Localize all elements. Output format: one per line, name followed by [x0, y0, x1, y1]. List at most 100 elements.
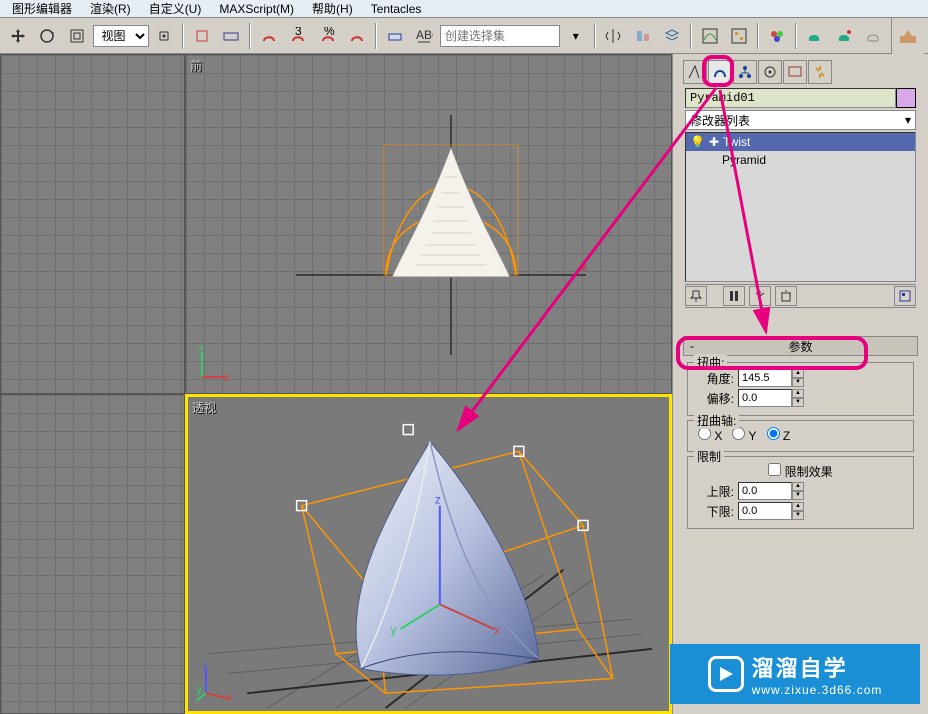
display-tab[interactable] [783, 60, 807, 84]
viewports: 前 x z x [0, 54, 672, 714]
angle-input[interactable] [738, 369, 792, 387]
spinner-snap-icon[interactable] [344, 22, 372, 50]
limit-effect-checkbox[interactable]: 限制效果 [768, 463, 832, 480]
play-icon [708, 656, 744, 692]
twist-group: 扭曲: 角度: ▲▼ 偏移: ▲▼ [687, 362, 914, 416]
abc-icon[interactable]: ABC [411, 22, 439, 50]
limit-group: 限制 限制效果 上限: ▲▼ 下限: ▲▼ [687, 456, 914, 529]
pin-stack-icon[interactable] [685, 286, 707, 306]
axis-y-radio[interactable]: Y [732, 427, 756, 443]
svg-text:x: x [581, 260, 587, 274]
viewport-front[interactable]: 前 x z x [185, 54, 672, 394]
axis-tripod-icon: z x [194, 345, 234, 385]
modifier-stack-toolbar [685, 284, 916, 308]
expand-icon[interactable]: ✚ [709, 135, 719, 149]
axis-x-radio[interactable]: X [698, 427, 722, 443]
svg-text:x: x [494, 623, 500, 637]
named-sel-icon[interactable] [381, 22, 409, 50]
lower-label: 下限: [694, 503, 734, 520]
watermark: 溜溜自学 www.zixue.3d66.com [670, 644, 920, 704]
ref-coord-combo[interactable]: 视图 [93, 25, 149, 47]
render-last-icon[interactable] [830, 22, 858, 50]
object-name-input[interactable] [685, 88, 896, 108]
percent-snap-icon[interactable]: % [314, 22, 342, 50]
viewport-top-left[interactable] [0, 54, 185, 394]
remove-mod-icon[interactable] [775, 286, 797, 306]
menu-tentacles[interactable]: Tentacles [363, 1, 430, 17]
bias-spinner[interactable]: ▲▼ [738, 389, 804, 407]
bulb-icon: 💡 [690, 135, 705, 149]
lower-spinner[interactable]: ▲▼ [738, 502, 804, 520]
command-panel: 修改器列表▾ 💡 ✚ Twist Pyramid - 参 [672, 54, 928, 714]
axis-tripod-persp-icon: z x y [196, 663, 236, 703]
viewport-perspective[interactable]: 透视 [185, 394, 672, 714]
svg-text:z: z [435, 493, 441, 507]
upper-input[interactable] [738, 482, 792, 500]
curve-editor-icon[interactable] [696, 22, 724, 50]
pivot-icon[interactable] [151, 22, 179, 50]
angle-spinner[interactable]: ▲▼ [738, 369, 804, 387]
angle-label: 角度: [694, 370, 734, 387]
render-scene-icon[interactable] [801, 22, 829, 50]
snap-icon[interactable] [255, 22, 283, 50]
configure-sets-icon[interactable] [894, 286, 916, 306]
menu-shape-editor[interactable]: 图形编辑器 [4, 0, 80, 18]
rotate-icon[interactable] [34, 22, 62, 50]
modifier-stack[interactable]: 💡 ✚ Twist Pyramid [685, 132, 916, 282]
quick-render-icon[interactable] [860, 22, 888, 50]
object-color-swatch[interactable] [896, 88, 916, 108]
make-unique-icon[interactable] [749, 286, 771, 306]
select-manip-icon[interactable] [188, 22, 216, 50]
rollout-header-parameters[interactable]: - 参数 [683, 336, 918, 356]
svg-text:y: y [390, 623, 396, 637]
svg-text:x: x [226, 690, 232, 703]
bias-input[interactable] [738, 389, 792, 407]
angle-snap-icon[interactable]: 3 [285, 22, 313, 50]
collapse-icon: - [690, 339, 694, 353]
axis-z-radio[interactable]: Z [767, 427, 791, 443]
selection-set-input[interactable] [440, 25, 560, 47]
upper-spinner[interactable]: ▲▼ [738, 482, 804, 500]
menu-maxscript[interactable]: MAXScript(M) [211, 1, 302, 17]
modifier-twist[interactable]: 💡 ✚ Twist [686, 133, 915, 151]
hierarchy-tab[interactable] [733, 60, 757, 84]
modify-tab[interactable] [708, 60, 732, 84]
upper-label: 上限: [694, 483, 734, 500]
keyboard-icon[interactable] [218, 22, 246, 50]
material-editor-icon[interactable] [763, 22, 791, 50]
svg-text:%: % [324, 27, 335, 38]
viewport-bottom-left[interactable] [0, 394, 185, 714]
menu-bar: 图形编辑器 渲染(R) 自定义(U) MAXScript(M) 帮助(H) Te… [0, 0, 928, 18]
schematic-icon[interactable] [726, 22, 754, 50]
layers-icon[interactable] [659, 22, 687, 50]
reactor-icon[interactable] [894, 22, 922, 50]
modifier-pyramid[interactable]: Pyramid [686, 151, 915, 169]
watermark-title: 溜溜自学 [752, 651, 848, 683]
right-toolbar [891, 18, 924, 54]
command-tabs [683, 60, 918, 86]
svg-text:3: 3 [295, 27, 302, 38]
motion-tab[interactable] [758, 60, 782, 84]
svg-text:z: z [198, 345, 204, 356]
viewport-label-perspective: 透视 [192, 399, 216, 416]
modifier-list-combo[interactable]: 修改器列表▾ [685, 110, 916, 130]
svg-text:x: x [224, 370, 230, 384]
lower-input[interactable] [738, 502, 792, 520]
mirror-icon[interactable] [600, 22, 628, 50]
parameters-rollout: - 参数 扭曲: 角度: ▲▼ 偏移: ▲▼ [683, 336, 918, 529]
align-icon[interactable] [629, 22, 657, 50]
menu-help[interactable]: 帮助(H) [304, 0, 361, 18]
selset-dropdown-icon[interactable]: ▾ [562, 22, 590, 50]
svg-text:ABC: ABC [416, 28, 433, 42]
main-toolbar: 视图 3 % ABC ▾ [0, 18, 928, 54]
scale-icon[interactable] [63, 22, 91, 50]
utilities-tab[interactable] [808, 60, 832, 84]
watermark-url: www.zixue.3d66.com [752, 683, 883, 697]
create-tab[interactable] [683, 60, 707, 84]
menu-render[interactable]: 渲染(R) [82, 0, 139, 18]
pan-icon[interactable] [4, 22, 32, 50]
show-end-icon[interactable] [723, 286, 745, 306]
menu-customize[interactable]: 自定义(U) [141, 0, 210, 18]
main-area: 前 x z x [0, 54, 928, 714]
viewport-label-front: 前 [190, 57, 202, 74]
